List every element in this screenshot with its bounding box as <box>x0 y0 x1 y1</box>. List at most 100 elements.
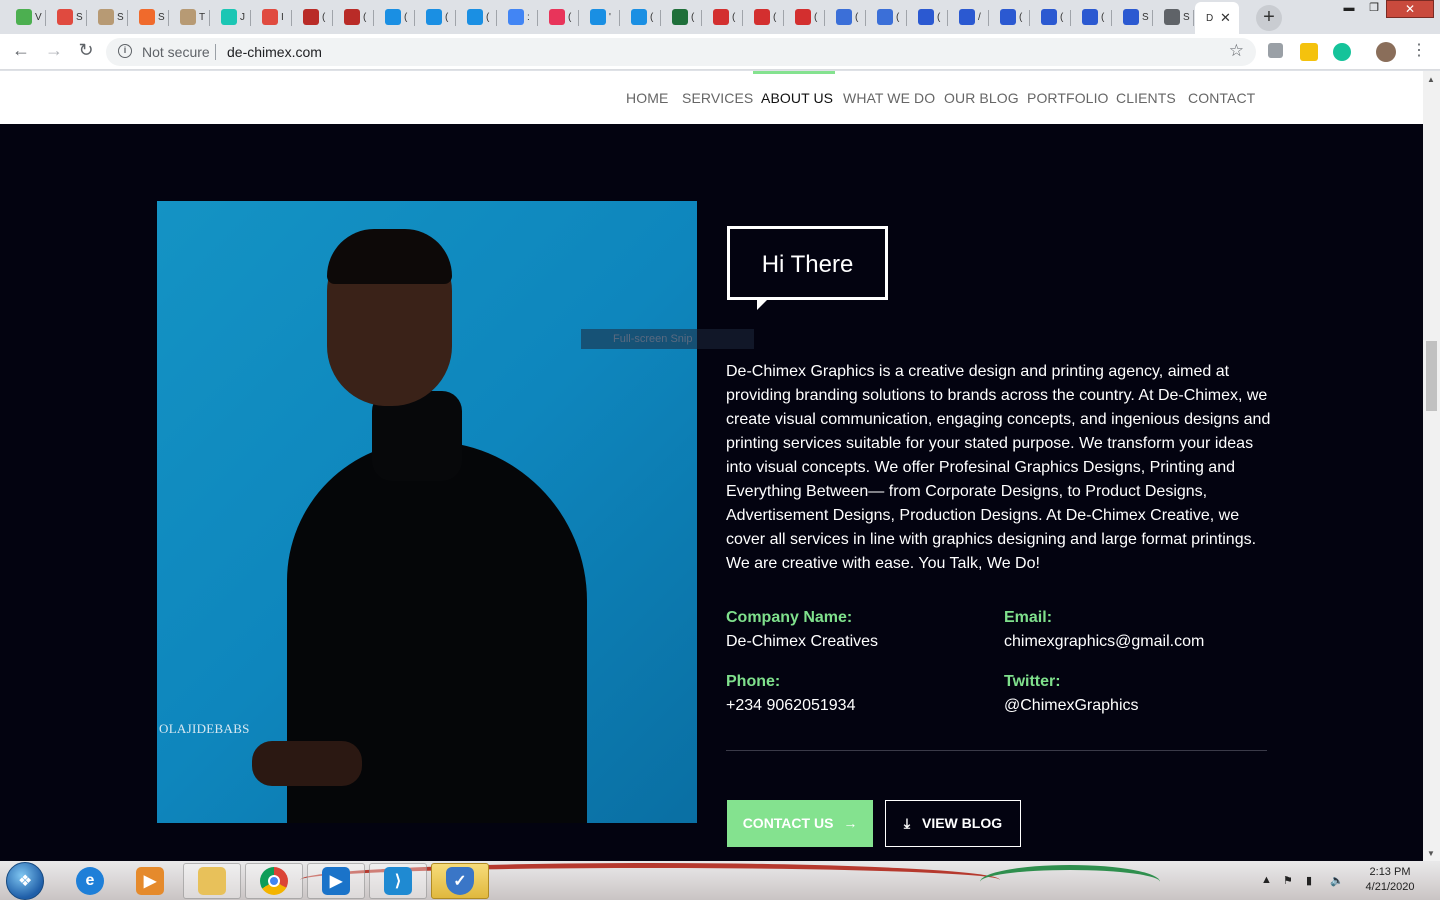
info-icon[interactable]: i <box>118 44 132 58</box>
scroll-down-icon[interactable]: ▼ <box>1427 849 1435 858</box>
browser-tab[interactable]: S <box>131 4 169 30</box>
tab-title: S <box>158 11 165 23</box>
browser-tab[interactable]: ( <box>910 4 948 30</box>
browser-tab[interactable]: ' <box>582 4 620 30</box>
email-value[interactable]: chimexgraphics@gmail.com <box>1004 633 1204 651</box>
browser-tab[interactable]: I <box>254 4 292 30</box>
media-play-icon[interactable]: ▶ <box>307 863 365 899</box>
url-text[interactable]: de-chimex.com <box>227 44 322 60</box>
browser-tab[interactable]: ( <box>459 4 497 30</box>
browser-tab[interactable]: S <box>90 4 128 30</box>
browser-tab[interactable]: / <box>951 4 989 30</box>
tab-title: ( <box>445 11 449 23</box>
browser-tab[interactable]: V <box>8 4 46 30</box>
c-icon <box>1082 9 1098 25</box>
media-player-icon[interactable]: ▶ <box>121 863 179 899</box>
close-window-button[interactable]: ✕ <box>1386 0 1434 18</box>
browser-tab[interactable]: J <box>213 4 251 30</box>
volume-icon[interactable]: 🔈 <box>1330 874 1344 887</box>
browser-tab[interactable]: ( <box>418 4 456 30</box>
address-bar[interactable]: i Not secure de-chimex.com ☆ <box>106 38 1256 66</box>
browser-tab[interactable]: ( <box>664 4 702 30</box>
tab-separator <box>537 10 538 26</box>
oracle-icon <box>754 9 770 25</box>
browser-tab[interactable]: ( <box>377 4 415 30</box>
browser-tab[interactable]: T <box>172 4 210 30</box>
tab-title: S <box>1142 11 1149 23</box>
tab-title: ( <box>486 11 490 23</box>
drive-icon <box>672 9 688 25</box>
bookmark-icon <box>139 9 155 25</box>
security-label: Not secure <box>142 44 210 60</box>
scroll-up-icon[interactable]: ▲ <box>1427 75 1435 84</box>
tab-title: S <box>117 11 124 23</box>
tab-title: ( <box>814 11 818 23</box>
tab-separator <box>250 10 251 26</box>
browser-tab[interactable]: ( <box>869 4 907 30</box>
chrome-menu-icon[interactable]: ⋮ <box>1407 40 1431 60</box>
nav-our-blog[interactable]: OUR BLOG <box>944 90 1019 106</box>
tab-title: T <box>199 11 206 23</box>
photo-watermark: OLAJIDEBABS <box>159 721 250 736</box>
tab-separator <box>865 10 866 26</box>
security-shield-icon[interactable]: ✓ <box>431 863 489 899</box>
profile-avatar[interactable] <box>1376 42 1396 62</box>
active-browser-tab[interactable]: D ✕ <box>1195 2 1239 34</box>
nav-clients[interactable]: CLIENTS <box>1116 90 1176 106</box>
contact-us-button[interactable]: CONTACT US → <box>727 800 873 847</box>
browser-tab[interactable]: ( <box>992 4 1030 30</box>
system-clock[interactable]: 2:13 PM 4/21/2020 <box>1350 865 1430 895</box>
nav-portfolio[interactable]: PORTFOLIO <box>1027 90 1109 106</box>
close-tab-icon[interactable]: ✕ <box>1220 10 1231 26</box>
extension-notes-icon[interactable] <box>1300 43 1318 61</box>
browser-tab[interactable]: S <box>1115 4 1153 30</box>
page-scrollbar[interactable]: ▲ ▼ <box>1423 71 1440 861</box>
browser-tab[interactable]: ( <box>336 4 374 30</box>
start-button[interactable]: ❖ <box>6 862 44 900</box>
minimize-button[interactable]: ▬ <box>1336 0 1362 18</box>
tab-title: V <box>35 11 42 23</box>
media-icon <box>549 9 565 25</box>
internet-explorer-icon[interactable]: e <box>61 863 119 899</box>
forward-button[interactable]: → <box>42 40 66 61</box>
twitter-value[interactable]: @ChimexGraphics <box>1004 697 1139 715</box>
browser-tab[interactable]: ( <box>705 4 743 30</box>
phone-value[interactable]: +234 9062051934 <box>726 697 855 715</box>
nav-contact[interactable]: CONTACT <box>1188 90 1255 106</box>
browser-tab[interactable]: : <box>500 4 538 30</box>
view-blog-button[interactable]: ⤓ VIEW BLOG <box>885 800 1021 847</box>
tab-separator <box>209 10 210 26</box>
file-explorer-icon[interactable] <box>183 863 241 899</box>
browser-tab[interactable]: ( <box>828 4 866 30</box>
tab-separator <box>455 10 456 26</box>
chrome-taskbar-icon[interactable] <box>245 863 303 899</box>
action-center-flag-icon[interactable]: ⚑ <box>1283 874 1293 887</box>
maximize-button[interactable]: ❐ <box>1361 0 1387 18</box>
grammarly-icon[interactable] <box>1333 43 1351 61</box>
tray-expand-icon[interactable]: ▲ <box>1261 874 1272 886</box>
back-button[interactable]: ← <box>9 40 33 61</box>
network-icon[interactable]: ▮ <box>1306 874 1312 887</box>
browser-tab[interactable]: ( <box>623 4 661 30</box>
browser-tab[interactable]: ( <box>541 4 579 30</box>
browser-tab[interactable]: ( <box>1033 4 1071 30</box>
browser-tab[interactable]: ( <box>787 4 825 30</box>
bookmark-star-icon[interactable]: ☆ <box>1229 41 1244 61</box>
nav-services[interactable]: SERVICES <box>682 90 753 106</box>
extension-icon[interactable] <box>1268 43 1283 58</box>
nav-home[interactable]: HOME <box>626 90 668 106</box>
reload-button[interactable]: ↻ <box>74 40 98 61</box>
nav-about-us[interactable]: ABOUT US <box>761 90 833 106</box>
scrollbar-thumb[interactable] <box>1426 341 1437 411</box>
browser-tab[interactable]: ( <box>746 4 784 30</box>
browser-tab[interactable]: ( <box>1074 4 1112 30</box>
browser-tab[interactable]: S <box>49 4 87 30</box>
tab-separator <box>578 10 579 26</box>
avatar-icon <box>98 9 114 25</box>
browser-tab[interactable]: ( <box>295 4 333 30</box>
cloud-icon <box>385 9 401 25</box>
nav-what-we-do[interactable]: WHAT WE DO <box>843 90 935 106</box>
browser-tab[interactable]: S <box>1156 4 1194 30</box>
new-tab-button[interactable]: + <box>1256 5 1282 31</box>
vscode-icon[interactable]: ⟩ <box>369 863 427 899</box>
